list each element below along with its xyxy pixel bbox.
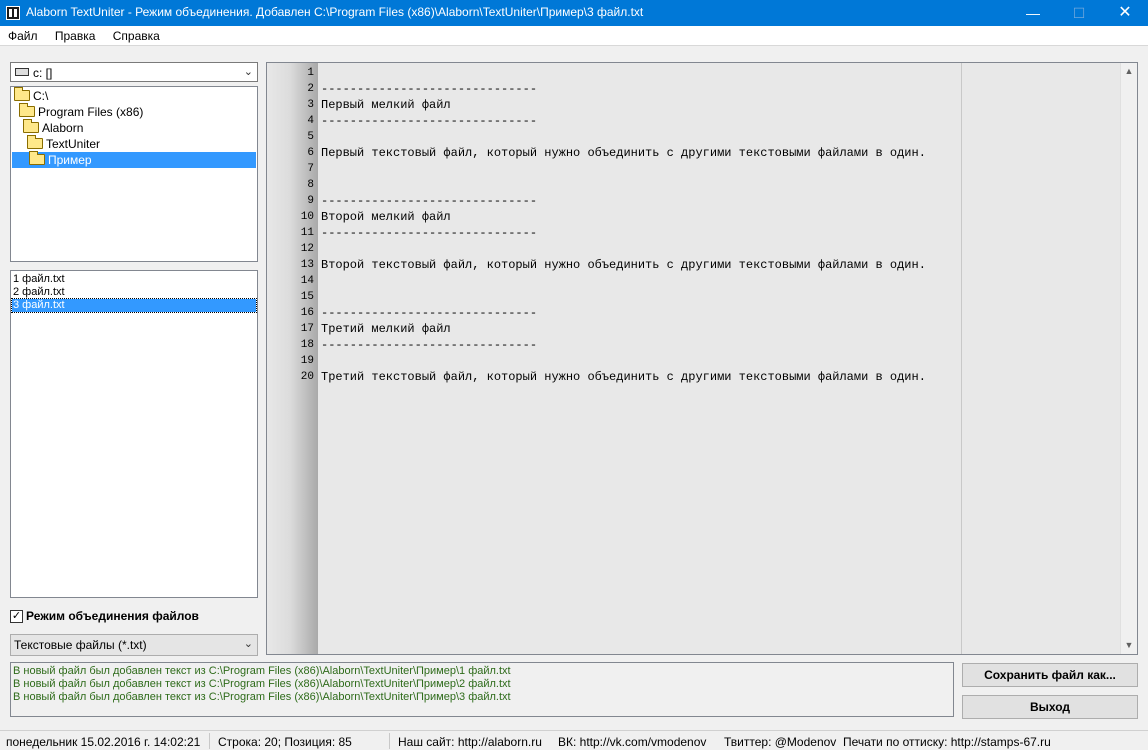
dir-item[interactable]: TextUniter	[25, 135, 101, 152]
menu-bar: Файл Правка Справка	[0, 26, 1148, 46]
editor-line[interactable]: ------------------------------	[321, 305, 537, 321]
chevron-down-icon[interactable]: ⌄	[244, 637, 253, 650]
line-number: 4	[307, 115, 314, 127]
editor-line[interactable]: ------------------------------	[321, 225, 537, 241]
editor-line[interactable]: Первый мелкий файл	[321, 97, 451, 113]
window-title: Alaborn TextUniter - Режим объединения. …	[26, 5, 644, 19]
close-button[interactable]: ✕	[1102, 0, 1148, 26]
dir-item-selected[interactable]: Пример	[12, 151, 256, 168]
folder-open-icon	[27, 135, 43, 149]
status-vk: ВК: http://vk.com/vmodenov	[558, 735, 707, 749]
dir-item-label: TextUniter	[46, 137, 101, 151]
editor-line[interactable]: ------------------------------	[321, 113, 537, 129]
line-number: 17	[300, 323, 314, 335]
line-number: 9	[307, 195, 314, 207]
line-number: 6	[307, 147, 314, 159]
line-number: 20	[300, 371, 314, 383]
file-item[interactable]: 2 файл.txt	[12, 286, 256, 299]
status-position: Строка: 20; Позиция: 85	[218, 735, 352, 749]
folder-open-icon	[29, 151, 45, 165]
line-number: 12	[300, 243, 314, 255]
log-line: В новый файл был добавлен текст из C:\Pr…	[13, 691, 511, 703]
line-number: 10	[300, 211, 314, 223]
dir-item[interactable]: C:\	[12, 87, 49, 104]
scroll-up-icon[interactable]: ▲	[1121, 63, 1137, 80]
status-datetime: понедельник 15.02.2016 г. 14:02:21	[6, 735, 201, 749]
menu-help[interactable]: Справка	[105, 26, 166, 43]
line-number: 19	[300, 355, 314, 367]
dir-item[interactable]: Program Files (x86)	[17, 103, 144, 120]
line-number: 11	[300, 227, 314, 239]
line-number: 1	[307, 67, 314, 79]
editor-line[interactable]: Второй мелкий файл	[321, 209, 451, 225]
file-filter-value: Текстовые файлы (*.txt)	[14, 638, 147, 652]
right-margin-line	[961, 63, 962, 654]
status-site: Наш сайт: http://alaborn.ru	[398, 735, 542, 749]
file-list[interactable]: 1 файл.txt 2 файл.txt 3 файл.txt	[10, 270, 258, 598]
line-number: 8	[307, 179, 314, 191]
folder-open-icon	[14, 87, 30, 101]
status-bar: понедельник 15.02.2016 г. 14:02:21 Строк…	[0, 730, 1148, 750]
exit-button[interactable]: Выход	[962, 695, 1138, 719]
editor-line[interactable]: Второй текстовый файл, который нужно объ…	[321, 257, 926, 273]
save-as-button[interactable]: Сохранить файл как...	[962, 663, 1138, 687]
editor-line[interactable]: Третий текстовый файл, который нужно объ…	[321, 369, 926, 385]
merge-mode-label: Режим объединения файлов	[26, 609, 199, 623]
status-twitter: Твиттер: @Modenov	[724, 735, 837, 749]
line-number: 2	[307, 83, 314, 95]
dir-item-label: Alaborn	[42, 121, 84, 135]
chevron-down-icon[interactable]: ⌄	[244, 65, 253, 78]
line-number: 5	[307, 131, 314, 143]
editor-line[interactable]: ------------------------------	[321, 193, 537, 209]
line-number: 3	[307, 99, 314, 111]
dir-item-label: C:\	[33, 89, 49, 103]
merge-mode-checkbox[interactable]: ✓ Режим объединения файлов	[10, 609, 260, 625]
editor-line[interactable]: ------------------------------	[321, 337, 537, 353]
scroll-down-icon[interactable]: ▼	[1121, 637, 1137, 654]
status-separator	[209, 733, 210, 749]
folder-open-icon	[19, 103, 35, 117]
dir-item[interactable]: Alaborn	[21, 119, 84, 136]
file-item[interactable]: 1 файл.txt	[12, 273, 256, 286]
menu-edit[interactable]: Правка	[47, 26, 102, 43]
line-number: 15	[300, 291, 314, 303]
folder-open-icon	[23, 119, 39, 133]
dir-item-label: Program Files (x86)	[38, 105, 144, 119]
drive-select[interactable]: c: [] ⌄	[10, 62, 258, 82]
editor-line[interactable]: ------------------------------	[321, 81, 537, 97]
text-editor[interactable]: 1 2 ------------------------------ 3 Первый …	[266, 62, 1138, 655]
checkbox-check-icon[interactable]: ✓	[10, 610, 23, 623]
drive-label: c: []	[33, 66, 53, 80]
line-number: 14	[300, 275, 314, 287]
minimize-button[interactable]: —	[1010, 0, 1056, 26]
dir-item-label: Пример	[48, 153, 92, 167]
file-filter-select[interactable]: Текстовые файлы (*.txt) ⌄	[10, 634, 258, 656]
file-item-selected[interactable]: 3 файл.txt	[11, 298, 257, 313]
menu-file[interactable]: Файл	[0, 26, 44, 43]
directory-tree[interactable]: C:\ Program Files (x86) Alaborn TextUnit…	[10, 86, 258, 262]
line-number: 7	[307, 163, 314, 175]
vertical-scrollbar[interactable]: ▲ ▼	[1120, 63, 1137, 654]
app-icon	[6, 6, 20, 20]
status-stamps: Печати по оттиску: http://stamps-67.ru	[843, 735, 1051, 749]
log-line: В новый файл был добавлен текст из C:\Pr…	[13, 665, 511, 677]
line-number: 13	[300, 259, 314, 271]
title-bar: Alaborn TextUniter - Режим объединения. …	[0, 0, 1148, 26]
log-panel: В новый файл был добавлен текст из C:\Pr…	[10, 662, 954, 717]
maximize-button[interactable]: ☐	[1056, 0, 1102, 26]
line-number: 18	[300, 339, 314, 351]
log-line: В новый файл был добавлен текст из C:\Pr…	[13, 678, 511, 690]
drive-icon	[15, 68, 29, 76]
line-number: 16	[300, 307, 314, 319]
editor-line[interactable]: Третий мелкий файл	[321, 321, 451, 337]
status-separator	[389, 733, 390, 749]
editor-line[interactable]: Первый текстовый файл, который нужно объ…	[321, 145, 926, 161]
